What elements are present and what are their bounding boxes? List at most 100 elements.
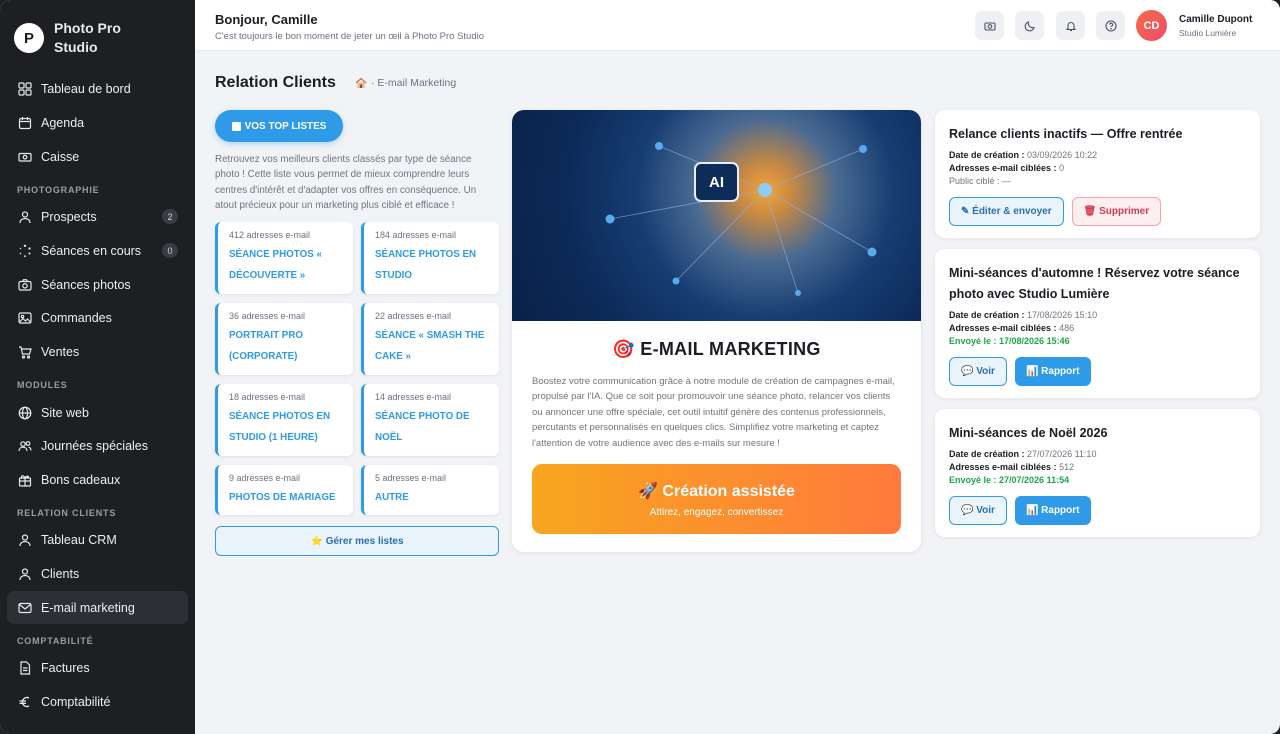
help-icon <box>1104 19 1117 32</box>
list-card[interactable]: 36 adresses e-mail Portrait pro (corpora… <box>215 303 353 375</box>
report-button[interactable]: 📊 Rapport <box>1014 357 1091 386</box>
user-icon <box>19 533 31 546</box>
sidebar-item-caisse[interactable]: Caisse <box>7 140 188 173</box>
gift-icon <box>18 474 32 487</box>
sidebar-item-journees-speciales[interactable]: Journées spéciales <box>7 429 188 462</box>
sidebar-item-ventes[interactable]: Ventes <box>7 335 188 368</box>
users-icon <box>18 440 32 451</box>
email-marketing-card: AI 🎯 E-MAIL MARKETING Boostez votre comm… <box>512 110 921 552</box>
breadcrumb: · E-mail Marketing <box>355 77 456 89</box>
sidebar-item-bons-cadeaux[interactable]: Bons cadeaux <box>7 463 188 496</box>
sidebar-item-email-marketing[interactable]: E-mail marketing <box>7 591 188 624</box>
list-count: 14 adresses e-mail <box>375 392 452 402</box>
campaign-targets: Adresses e-mail ciblées : 0 <box>949 163 1065 173</box>
user-name: Camille Dupont <box>1179 14 1253 25</box>
list-name: Séance photos en studio (1 heure) <box>229 411 331 443</box>
campaign-card: Relance clients inactifs — Offre rentrée… <box>935 110 1260 238</box>
image-icon <box>18 311 32 324</box>
list-card[interactable]: 5 adresses e-mail Autre <box>361 465 499 515</box>
cta-title: 🚀 Création assistée <box>638 483 795 500</box>
section-relation-clients: RELATION CLIENTS <box>17 508 117 518</box>
sidebar-item-agenda[interactable]: Agenda <box>7 106 188 139</box>
brand[interactable]: P Photo Pro Studio <box>0 0 195 76</box>
list-name: Séance photos « découverte » <box>229 249 322 281</box>
list-card[interactable]: 18 adresses e-mail Séance photos en stud… <box>215 384 353 456</box>
sidebar-item-label: Factures <box>41 660 90 675</box>
sidebar-item-factures[interactable]: Factures <box>7 651 188 684</box>
sidebar-item-tableau-crm[interactable]: Tableau CRM <box>7 523 188 556</box>
list-name: Portrait pro (corporate) <box>229 330 304 362</box>
list-name: Séance photo de Noël <box>375 411 470 443</box>
top-lists-button[interactable]: VOS TOP LISTES <box>215 110 343 142</box>
assisted-creation-button[interactable]: 🚀 Création assistée Attirez, engagez, co… <box>532 464 901 534</box>
bell-icon <box>1065 21 1076 31</box>
list-count: 412 adresses e-mail <box>229 230 311 240</box>
cart-icon <box>19 345 32 359</box>
sidebar-item-label: Tableau de bord <box>41 81 131 96</box>
list-card[interactable]: 412 adresses e-mail Séance photos « déco… <box>215 222 353 294</box>
calendar-icon <box>18 116 32 129</box>
count-badge: 2 <box>162 209 178 224</box>
sidebar-item-label: Site web <box>41 405 89 420</box>
delete-button[interactable]: 🗑 Supprimer <box>1071 197 1162 226</box>
list-card[interactable]: 9 adresses e-mail Photos de mariage <box>215 465 353 515</box>
theme-toggle-button[interactable] <box>1015 11 1044 40</box>
view-button[interactable]: 💬 Voir <box>949 357 1007 386</box>
section-comptabilite: COMPTABILITÉ <box>17 636 94 646</box>
section-photographie: PHOTOGRAPHIE <box>17 185 100 195</box>
lists-description: Retrouvez vos meilleurs clients classés … <box>215 154 477 211</box>
list-card[interactable]: 14 adresses e-mail Séance photo de Noël <box>361 384 499 456</box>
mail-icon <box>18 602 32 613</box>
sidebar-item-seances-photos[interactable]: Séances photos <box>7 268 188 301</box>
sidebar-item-label: E-mail marketing <box>41 600 135 615</box>
campaign-created: Date de création : 03/09/2026 10:22 <box>949 150 1098 160</box>
cash-register-icon <box>18 152 32 162</box>
sidebar-item-commandes[interactable]: Commandes <box>7 301 188 334</box>
section-modules: MODULES <box>17 380 68 390</box>
manage-lists-button[interactable]: ⭐ Gérer mes listes <box>215 526 499 556</box>
campaign-sent-date: Envoyé le : 17/08/2026 15:46 <box>949 336 1070 346</box>
camera-icon <box>983 21 996 31</box>
euro-icon <box>19 696 30 707</box>
campaign-actions: ✎ Éditer & envoyer 🗑 Supprimer <box>949 197 1246 226</box>
sidebar-item-label: Caisse <box>41 149 80 164</box>
sidebar-item-label: Ventes <box>41 344 80 359</box>
breadcrumb-current: · E-mail Marketing <box>371 77 457 89</box>
campaign-audience: Public ciblé : — <box>949 176 1012 186</box>
list-count: 18 adresses e-mail <box>229 392 306 402</box>
sidebar-item-seances-en-cours[interactable]: Séances en cours 0 <box>7 234 188 267</box>
campaign-card: Mini-séances d'automne ! Réservez votre … <box>935 249 1260 398</box>
list-card[interactable]: 22 adresses e-mail Séance « smash the ca… <box>361 303 499 375</box>
app-window: P Photo Pro Studio Tableau de bord Agend… <box>0 0 1280 734</box>
sidebar-item-prospects[interactable]: Prospects 2 <box>7 200 188 233</box>
brand-name: Photo Pro Studio <box>54 20 121 55</box>
sidebar: P Photo Pro Studio Tableau de bord Agend… <box>0 0 195 734</box>
campaign-sent-date: Envoyé le : 27/07/2026 11:54 <box>949 475 1070 485</box>
sidebar-item-clients[interactable]: Clients <box>7 557 188 590</box>
list-name: Séance photos en studio <box>375 249 477 281</box>
sidebar-item-comptabilite[interactable]: Comptabilité <box>7 685 188 718</box>
report-button[interactable]: 📊 Rapport <box>1014 496 1091 525</box>
avatar[interactable]: CD <box>1136 10 1167 41</box>
notifications-button[interactable] <box>1056 11 1085 40</box>
help-button[interactable] <box>1096 11 1125 40</box>
loader-icon <box>19 244 31 257</box>
sidebar-item-label: Prospects <box>41 209 97 224</box>
campaign-title: Mini-séances de Noël 2026 <box>949 426 1108 440</box>
network-graph <box>605 142 877 296</box>
sidebar-item-site-web[interactable]: Site web <box>7 396 188 429</box>
sidebar-item-label: Séances en cours <box>41 243 142 258</box>
campaign-created: Date de création : 17/08/2026 15:10 <box>949 310 1098 320</box>
view-button[interactable]: 💬 Voir <box>949 496 1007 525</box>
cta-subtitle: Attirez, engagez, convertissez <box>649 507 784 518</box>
list-name: Photos de mariage <box>229 492 336 503</box>
camera-button[interactable] <box>975 11 1004 40</box>
list-count: 5 adresses e-mail <box>375 473 447 483</box>
sidebar-item-dashboard[interactable]: Tableau de bord <box>7 72 188 105</box>
globe-icon <box>18 406 32 419</box>
edit-send-button[interactable]: ✎ Éditer & envoyer <box>949 197 1064 226</box>
sidebar-item-label: Journées spéciales <box>41 438 149 453</box>
sidebar-item-label: Séances photos <box>41 277 131 292</box>
list-card[interactable]: 184 adresses e-mail Séance photos en stu… <box>361 222 499 294</box>
home-icon[interactable] <box>355 77 367 89</box>
